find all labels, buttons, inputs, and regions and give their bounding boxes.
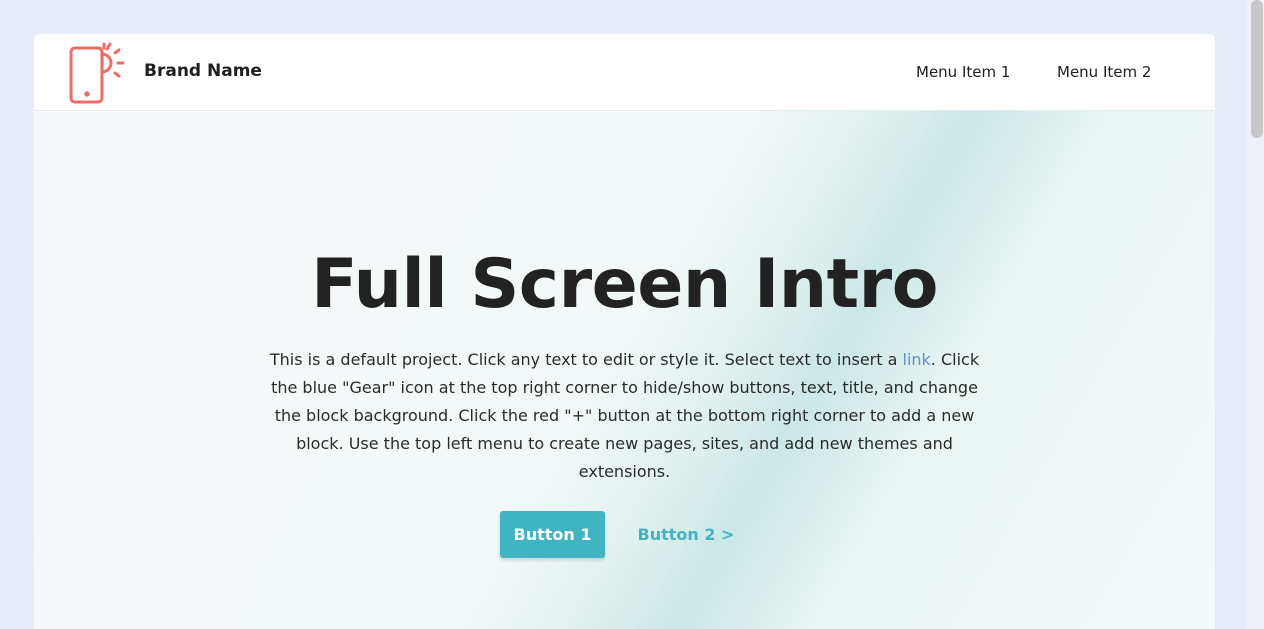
button-2[interactable]: Button 2 > <box>631 511 741 558</box>
hero-text-part-1: This is a default project. Click any tex… <box>269 350 903 369</box>
menu-item-2[interactable]: Menu Item 2 <box>1057 63 1151 81</box>
brand-name[interactable]: Brand Name <box>144 61 262 81</box>
browser-viewport: Brand Name Menu Item 1 Menu Item 2 Full … <box>0 0 1264 629</box>
hero-text-part-2: . Click the blue "Gear" icon at the top … <box>271 350 980 481</box>
menu-item-1[interactable]: Menu Item 1 <box>916 63 1010 81</box>
vertical-scrollbar[interactable] <box>1247 0 1264 629</box>
hero-title: Full Screen Intro <box>311 245 938 324</box>
scrollbar-thumb[interactable] <box>1251 0 1263 138</box>
hero-link[interactable]: link <box>903 350 931 369</box>
navbar: Brand Name Menu Item 1 Menu Item 2 <box>34 34 1215 111</box>
hero-section: Full Screen Intro This is a default proj… <box>34 111 1215 629</box>
hero-description: This is a default project. Click any tex… <box>262 346 987 486</box>
page-card: Brand Name Menu Item 1 Menu Item 2 Full … <box>34 34 1215 629</box>
button-1[interactable]: Button 1 <box>500 511 605 558</box>
phone-sun-icon[interactable] <box>68 42 132 104</box>
